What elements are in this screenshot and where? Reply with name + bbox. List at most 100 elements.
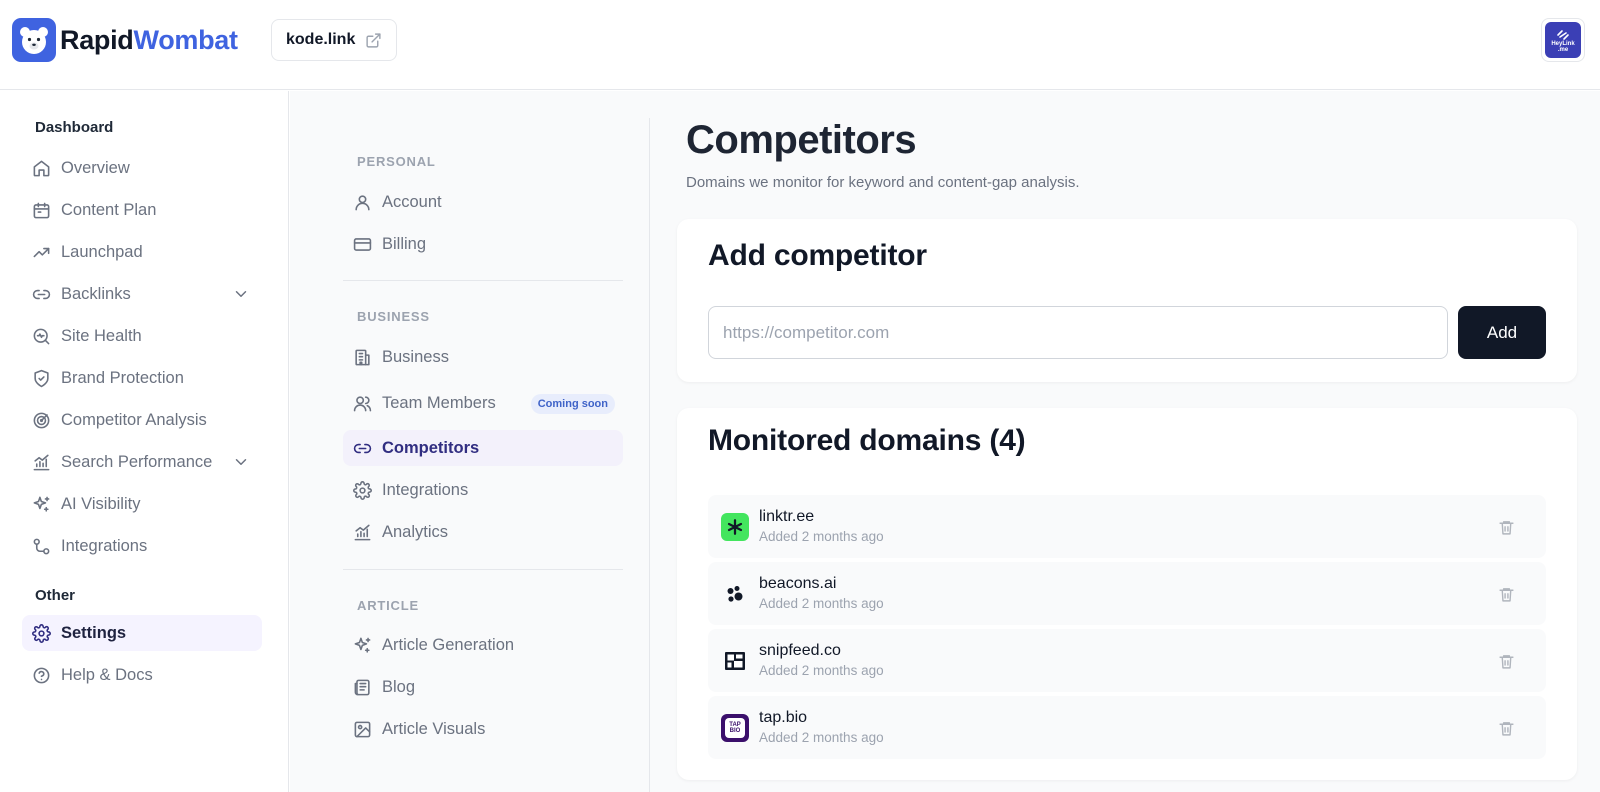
sidebar-item-overview[interactable]: Overview <box>22 150 262 186</box>
gear-icon <box>352 480 372 500</box>
settings-divider <box>343 280 623 281</box>
settings-section-article: ARTICLE <box>357 598 419 613</box>
search-health-icon <box>31 326 51 346</box>
domain-added-date: Added 2 months ago <box>759 529 884 544</box>
add-competitor-card: Add competitor Add <box>677 219 1577 382</box>
sidebar-item-backlinks[interactable]: Backlinks <box>22 276 262 312</box>
domain-name: beacons.ai <box>759 575 837 592</box>
calendar-icon <box>31 200 51 220</box>
sidebar-item-help-docs[interactable]: Help & Docs <box>22 657 262 693</box>
sidebar-item-competitor-analysis[interactable]: Competitor Analysis <box>22 402 262 438</box>
settings-item-business[interactable]: Business <box>343 339 623 375</box>
sidebar-item-label: Brand Protection <box>61 368 184 387</box>
settings-item-label: Competitors <box>382 438 480 457</box>
sidebar-section-dashboard: Dashboard <box>35 119 114 136</box>
add-competitor-title: Add competitor <box>708 239 927 272</box>
link-icon <box>352 438 372 458</box>
avatar-link-icon <box>1557 30 1569 40</box>
page-title: Competitors <box>686 118 917 162</box>
workflow-icon <box>31 536 51 556</box>
settings-item-team-members[interactable]: Team Members Coming soon <box>343 385 623 421</box>
domain-added-date: Added 2 months ago <box>759 663 884 678</box>
settings-item-label: Team Members <box>382 393 496 412</box>
sidebar-item-search-performance[interactable]: Search Performance <box>22 444 262 480</box>
app-logo[interactable]: RapidWombat <box>12 18 238 62</box>
trash-icon[interactable] <box>1496 584 1516 604</box>
sidebar-item-content-plan[interactable]: Content Plan <box>22 192 262 228</box>
tapbio-logo-text-2: BIO <box>729 728 741 734</box>
settings-section-business: BUSINESS <box>357 309 430 324</box>
settings-item-competitors[interactable]: Competitors <box>343 430 623 466</box>
sidebar-section-other: Other <box>35 587 76 604</box>
beacons-logo-icon <box>721 580 749 608</box>
sidebar-item-label: Competitor Analysis <box>61 410 207 429</box>
settings-item-blog[interactable]: Blog <box>343 669 623 705</box>
brand-name: RapidWombat <box>60 25 238 56</box>
add-competitor-button[interactable]: Add <box>1458 306 1546 359</box>
bar-chart-icon <box>31 452 51 472</box>
user-avatar[interactable]: HeyLink .me <box>1541 18 1585 62</box>
sparkles-icon <box>352 635 372 655</box>
domain-row: linktr.ee Added 2 months ago <box>708 495 1546 558</box>
radar-icon <box>31 410 51 430</box>
settings-item-billing[interactable]: Billing <box>343 226 623 262</box>
settings-item-article-generation[interactable]: Article Generation <box>343 627 623 663</box>
sidebar-item-brand-protection[interactable]: Brand Protection <box>22 360 262 396</box>
chevron-down-icon[interactable] <box>232 285 250 303</box>
site-selector[interactable]: kode.link <box>271 19 397 61</box>
sidebar-item-ai-visibility[interactable]: AI Visibility <box>22 486 262 522</box>
monitored-domains-title: Monitored domains (4) <box>708 424 1026 457</box>
sidebar-item-label: Content Plan <box>61 200 157 219</box>
settings-item-integrations[interactable]: Integrations <box>343 472 623 508</box>
sidebar-item-integrations[interactable]: Integrations <box>22 528 262 564</box>
user-icon <box>352 192 372 212</box>
trending-up-icon <box>31 242 51 262</box>
competitor-url-input[interactable] <box>708 306 1448 359</box>
tapbio-logo-icon: TAP BIO <box>721 714 749 742</box>
settings-item-label: Article Visuals <box>382 719 486 738</box>
domain-added-date: Added 2 months ago <box>759 596 884 611</box>
domain-row: snipfeed.co Added 2 months ago <box>708 629 1546 692</box>
page-subtitle: Domains we monitor for keyword and conte… <box>686 174 1080 191</box>
brand-name-part2: Wombat <box>133 24 239 55</box>
settings-item-article-visuals[interactable]: Article Visuals <box>343 711 623 747</box>
settings-item-label: Article Generation <box>382 635 515 654</box>
bear-logo-icon <box>12 18 56 62</box>
sidebar-item-launchpad[interactable]: Launchpad <box>22 234 262 270</box>
linktree-logo-icon <box>721 513 749 541</box>
sidebar-item-label: AI Visibility <box>61 494 141 513</box>
settings-item-label: Blog <box>382 677 416 696</box>
trash-icon[interactable] <box>1496 651 1516 671</box>
bar-chart-icon <box>352 522 372 542</box>
monitored-domains-card: Monitored domains (4) linktr.ee Added 2 … <box>677 408 1577 780</box>
external-link-icon[interactable] <box>365 32 382 49</box>
settings-item-analytics[interactable]: Analytics <box>343 514 623 550</box>
trash-icon[interactable] <box>1496 718 1516 738</box>
sidebar-item-label: Overview <box>61 158 130 177</box>
coming-soon-badge: Coming soon <box>530 394 615 414</box>
sidebar-item-label: Launchpad <box>61 242 143 261</box>
settings-item-label: Billing <box>382 234 427 253</box>
gear-icon <box>31 623 51 643</box>
image-icon <box>352 719 372 739</box>
shield-icon <box>31 368 51 388</box>
trash-icon[interactable] <box>1496 517 1516 537</box>
sidebar-item-label: Help & Docs <box>61 665 153 684</box>
settings-item-label: Analytics <box>382 522 449 541</box>
sidebar-item-settings[interactable]: Settings <box>22 615 262 651</box>
site-name: kode.link <box>286 31 356 48</box>
sidebar-item-label: Search Performance <box>61 452 213 471</box>
building-icon <box>352 347 372 367</box>
sidebar-item-site-health[interactable]: Site Health <box>22 318 262 354</box>
avatar-logo: HeyLink .me <box>1545 22 1581 58</box>
newspaper-icon <box>352 677 372 697</box>
settings-item-label: Account <box>382 192 442 211</box>
sidebar-item-label: Settings <box>61 623 127 642</box>
domain-name: tap.bio <box>759 709 808 726</box>
chevron-down-icon[interactable] <box>232 453 250 471</box>
credit-card-icon <box>352 234 372 254</box>
help-circle-icon <box>31 665 51 685</box>
settings-item-account[interactable]: Account <box>343 184 623 220</box>
tapbio-logo-inner: TAP BIO <box>725 718 745 738</box>
sidebar-item-label: Site Health <box>61 326 142 345</box>
